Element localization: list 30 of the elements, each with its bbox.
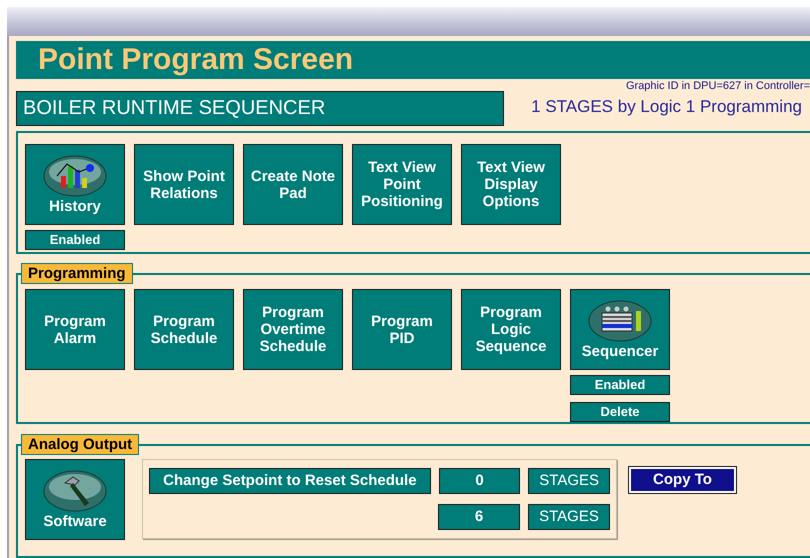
program-button[interactable]: Program Alarm [25, 289, 125, 370]
program-button[interactable]: Program Schedule [134, 289, 234, 370]
stage-unit: STAGES [528, 468, 610, 494]
section-legend: Analog Output [21, 434, 140, 456]
point-name-field: BOILER RUNTIME SEQUENCER [16, 90, 504, 126]
graphic-id-text: Graphic ID in DPU=627 in Controller= [626, 80, 810, 92]
bar-chart-icon [43, 154, 107, 198]
program-button[interactable]: Create Note Pad [243, 144, 343, 226]
stage-value: 6 [438, 504, 520, 530]
status-label: Enabled [25, 230, 125, 250]
stages-summary: 1 STAGES by Logic 1 Programming [531, 96, 802, 118]
program-button[interactable]: Text View Point Positioning [352, 144, 452, 226]
program-button[interactable]: Text View Display Options [461, 144, 561, 226]
program-button[interactable]: History [25, 144, 125, 226]
copy-to-button[interactable]: Copy To [629, 467, 736, 494]
section-legend: Programming [21, 263, 133, 284]
program-button[interactable]: Software [25, 459, 125, 540]
stage-value: 0 [438, 468, 520, 494]
delete-button[interactable]: Delete [570, 402, 670, 422]
boiler-icon [588, 299, 652, 344]
hammer-icon [43, 469, 107, 514]
stage-unit: STAGES [528, 504, 610, 530]
program-button[interactable]: Show Point Relations [134, 144, 234, 226]
program-button[interactable]: Program Overtime Schedule [243, 289, 343, 370]
program-button[interactable]: Program PID [352, 289, 452, 370]
program-button[interactable]: Program Logic Sequence [461, 289, 561, 370]
program-button[interactable]: Sequencer [570, 289, 670, 370]
status-label: Enabled [570, 375, 670, 396]
screen-title: Point Program Screen [38, 44, 354, 75]
reset-schedule-button[interactable]: Change Setpoint to Reset Schedule [149, 468, 431, 494]
